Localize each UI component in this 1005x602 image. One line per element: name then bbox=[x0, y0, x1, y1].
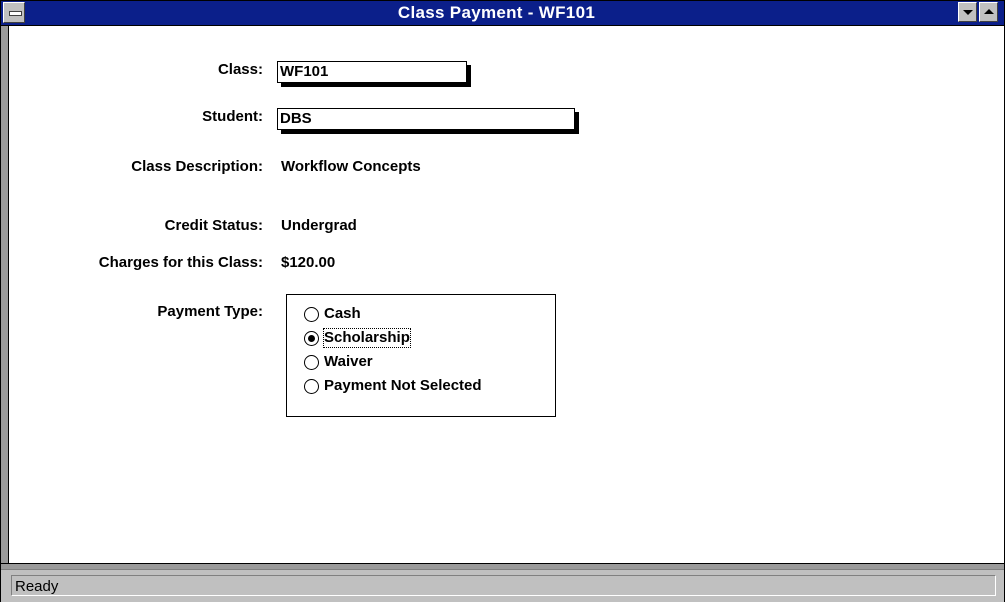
credit-status-label: Credit Status: bbox=[164, 217, 263, 234]
class-payment-window: Class Payment - WF101 Class: WF101 Stude… bbox=[0, 0, 1005, 602]
student-field[interactable]: DBS bbox=[277, 108, 575, 130]
status-bar: Ready bbox=[1, 569, 1004, 602]
payment-option-label: Scholarship bbox=[323, 328, 411, 348]
class-description-label: Class Description: bbox=[131, 158, 263, 175]
credit-status-value: Undergrad bbox=[281, 217, 357, 234]
radio-button[interactable] bbox=[304, 307, 319, 322]
minimize-button[interactable] bbox=[958, 2, 977, 22]
minimize-icon bbox=[963, 10, 973, 15]
payment-option-label: Cash bbox=[324, 305, 361, 322]
maximize-button[interactable] bbox=[979, 2, 998, 22]
charges-label: Charges for this Class: bbox=[98, 254, 263, 271]
payment-option-label: Waiver bbox=[324, 353, 373, 370]
charges-value: $120.00 bbox=[281, 254, 336, 271]
class-field[interactable]: WF101 bbox=[277, 61, 467, 83]
system-menu-icon bbox=[9, 11, 22, 16]
status-text: Ready bbox=[11, 575, 996, 596]
window-title: Class Payment - WF101 bbox=[397, 3, 596, 22]
radio-button[interactable] bbox=[304, 355, 319, 370]
class-label: Class: bbox=[217, 61, 263, 78]
class-description-value: Workflow Concepts bbox=[281, 158, 421, 175]
payment-type-label: Payment Type: bbox=[157, 303, 263, 320]
radio-button[interactable] bbox=[304, 331, 319, 346]
student-label: Student: bbox=[202, 108, 263, 125]
maximize-icon bbox=[984, 9, 994, 14]
window-frame-left bbox=[1, 26, 9, 566]
title-bar[interactable]: Class Payment - WF101 bbox=[1, 1, 1004, 26]
payment-type-group: Cash Scholarship Waiver Payment Not Sele… bbox=[286, 294, 556, 417]
radio-selected-dot bbox=[308, 335, 315, 342]
radio-button[interactable] bbox=[304, 379, 319, 394]
system-menu-button[interactable] bbox=[3, 2, 25, 23]
payment-option-label: Payment Not Selected bbox=[324, 377, 482, 394]
